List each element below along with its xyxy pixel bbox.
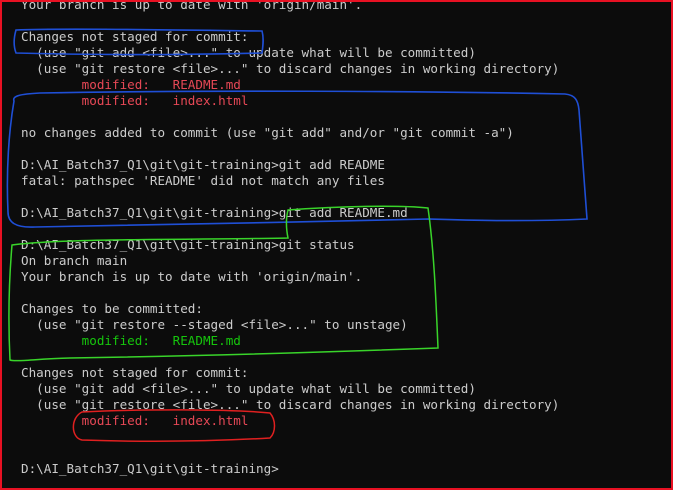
terminal-line: Changes not staged for commit: [21, 365, 249, 380]
terminal-line: (use "git add <file>..." to update what … [21, 381, 476, 396]
terminal-prompt[interactable]: D:\AI_Batch37_Q1\git\git-training> [21, 461, 661, 477]
terminal-command-line: D:\AI_Batch37_Q1\git\git-training>git ad… [21, 157, 385, 172]
terminal-gutter [4, 2, 10, 488]
terminal-line-staged: modified: README.md [21, 333, 241, 348]
terminal-line: (use "git restore --staged <file>..." to… [21, 317, 408, 332]
terminal-line-modified: modified: index.html [21, 413, 249, 428]
terminal-line: (use "git restore <file>..." to discard … [21, 61, 560, 76]
terminal-scrollbar[interactable] [659, 4, 669, 488]
terminal-window: Your branch is up to date with 'origin/m… [0, 0, 673, 490]
terminal-line: On branch main [21, 253, 128, 268]
terminal-command-line: D:\AI_Batch37_Q1\git\git-training>git st… [21, 237, 355, 252]
terminal-output[interactable]: Your branch is up to date with 'origin/m… [21, 0, 661, 477]
terminal-line: Your branch is up to date with 'origin/m… [21, 269, 363, 284]
terminal-error-line: fatal: pathspec 'README' did not match a… [21, 173, 385, 188]
terminal-line: no changes added to commit (use "git add… [21, 125, 514, 140]
terminal-command-line: D:\AI_Batch37_Q1\git\git-training>git ad… [21, 205, 408, 220]
terminal-line-modified: modified: README.md [21, 77, 241, 92]
terminal-line: Changes to be committed: [21, 301, 203, 316]
terminal-line: Your branch is up to date with 'origin/m… [21, 0, 363, 12]
terminal-line: (use "git restore <file>..." to discard … [21, 397, 560, 412]
terminal-line: Changes not staged for commit: [21, 29, 249, 44]
terminal-line-modified: modified: index.html [21, 93, 249, 108]
terminal-line: (use "git add <file>..." to update what … [21, 45, 476, 60]
